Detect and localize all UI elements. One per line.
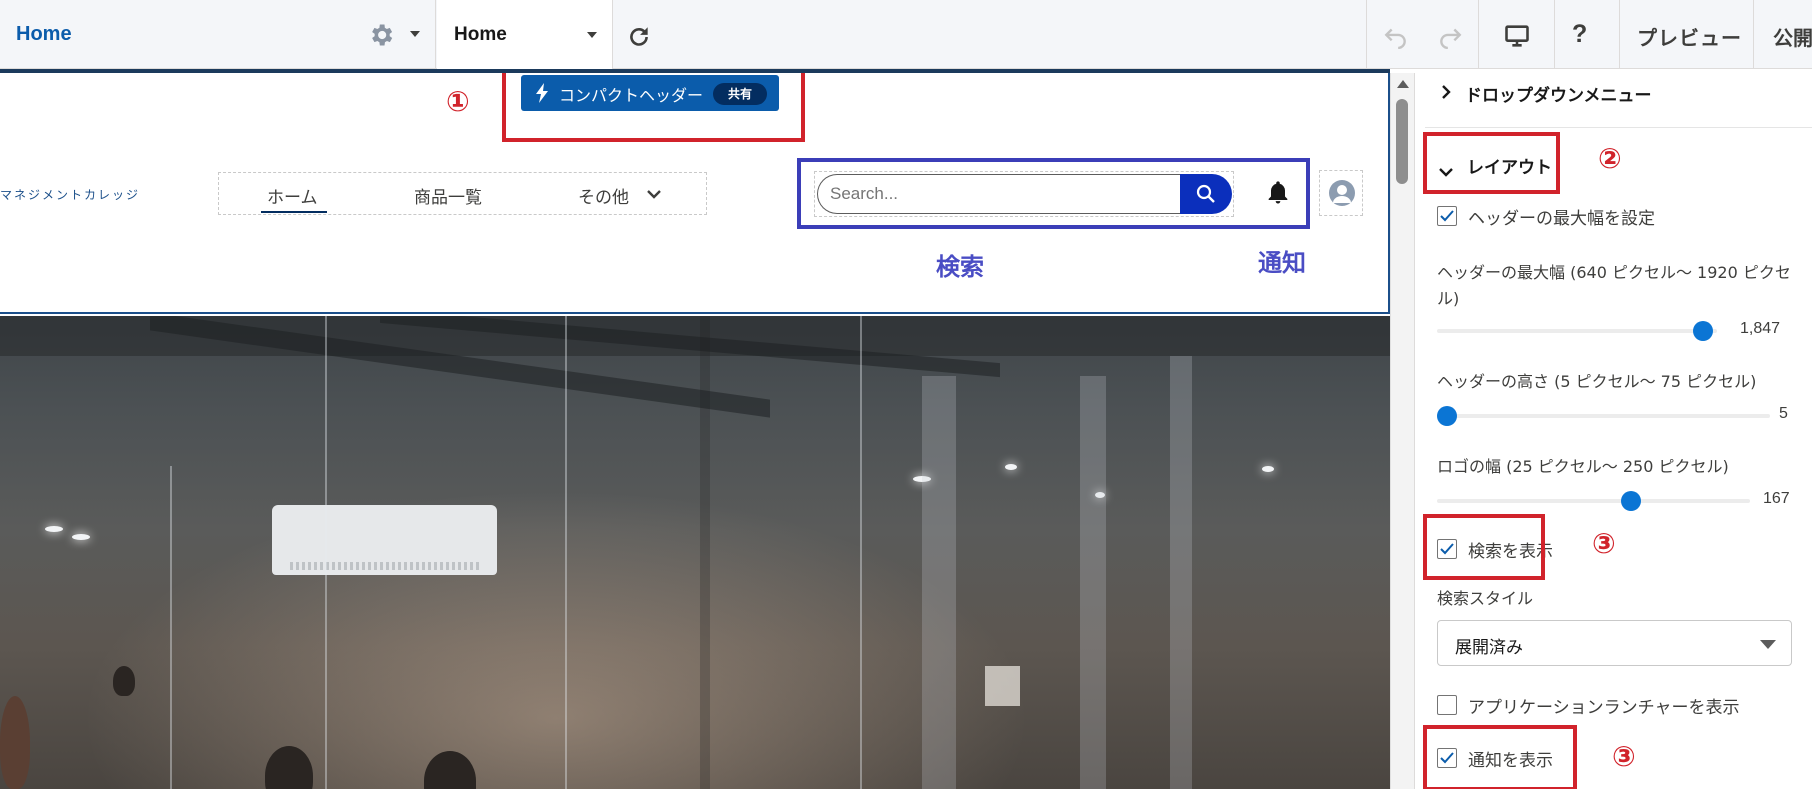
chevron-down-icon	[1760, 640, 1776, 649]
annotation-number-3a: ③	[1592, 527, 1616, 560]
max-width-value: 1,847	[1740, 320, 1781, 337]
max-width-field-label: ヘッダーの最大幅 (640 ピクセル～ 1920 ピクセル)	[1437, 263, 1791, 308]
toolbar-divider	[1619, 0, 1620, 69]
annotation-number-1: ①	[446, 85, 470, 118]
redo-icon[interactable]	[1437, 23, 1463, 49]
navigation-menu: ホーム 商品一覧 その他	[218, 172, 707, 215]
property-panel: ドロップダウンメニュー レイアウト ヘッダーの最大幅を設定 ヘッダーの最大幅 (…	[1414, 73, 1812, 789]
chevron-right-icon[interactable]	[1439, 85, 1453, 99]
toolbar-divider	[1366, 0, 1367, 69]
nav-item-products[interactable]: 商品一覧	[414, 183, 482, 208]
set-max-width-label: ヘッダーの最大幅を設定	[1468, 209, 1655, 229]
annotation-label-search: 検索	[936, 253, 984, 281]
height-slider-track[interactable]	[1437, 414, 1770, 418]
annotation-box-3a	[1423, 514, 1545, 580]
height-value: 5	[1779, 405, 1788, 422]
annotation-box-search	[797, 158, 1310, 229]
hero-background-image	[0, 316, 1390, 789]
active-nav-indicator	[261, 211, 327, 213]
scroll-up-arrow[interactable]	[1397, 80, 1409, 88]
search-style-value: 展開済み	[1455, 638, 1523, 658]
page-selector[interactable]: Home	[437, 0, 613, 69]
builder-toolbar: Home Home ? プレビュー 公開	[0, 0, 1812, 69]
toolbar-divider	[1478, 0, 1479, 69]
chevron-down-icon[interactable]	[646, 188, 662, 200]
nav-item-more[interactable]: その他	[578, 183, 629, 208]
preview-button[interactable]: プレビュー	[1637, 22, 1742, 51]
logo-width-slider-track[interactable]	[1437, 499, 1750, 503]
gear-icon[interactable]	[367, 21, 395, 49]
annotation-box-3b	[1423, 725, 1577, 789]
user-profile-menu[interactable]	[1319, 170, 1363, 216]
show-app-launcher-label: アプリケーションランチャーを表示	[1468, 698, 1740, 718]
annotation-box-1	[502, 73, 805, 142]
section-dropdown-menu[interactable]: ドロップダウンメニュー	[1465, 81, 1652, 106]
logo-width-slider-thumb[interactable]	[1621, 491, 1641, 511]
refresh-icon[interactable]	[626, 24, 652, 50]
max-width-slider-track[interactable]	[1437, 329, 1717, 333]
publish-button[interactable]: 公開	[1773, 22, 1812, 51]
annotation-label-notify: 通知	[1258, 249, 1306, 277]
chevron-down-icon	[587, 32, 597, 38]
page-selector-label: Home	[454, 24, 507, 45]
annotation-number-3b: ③	[1612, 740, 1636, 773]
toolbar-divider	[1753, 0, 1754, 69]
site-menu[interactable]: Home	[0, 0, 436, 69]
logo-width-field-label: ロゴの幅 (25 ピクセル～ 250 ピクセル)	[1437, 457, 1729, 476]
undo-icon[interactable]	[1383, 23, 1409, 49]
help-icon[interactable]: ?	[1572, 20, 1587, 49]
nav-item-home[interactable]: ホーム	[267, 183, 318, 208]
search-style-label: 検索スタイル	[1437, 589, 1534, 608]
logo-width-value: 167	[1763, 490, 1790, 507]
site-logo[interactable]: マネジメントカレッジ	[0, 186, 140, 203]
canvas-scrollbar[interactable]	[1390, 73, 1414, 789]
annotation-number-2: ②	[1598, 142, 1622, 175]
show-app-launcher-checkbox[interactable]	[1437, 695, 1457, 715]
search-style-select[interactable]: 展開済み	[1437, 620, 1792, 666]
user-icon	[1333, 185, 1351, 203]
check-icon	[1440, 210, 1454, 222]
max-width-slider-thumb[interactable]	[1693, 321, 1713, 341]
toolbar-divider	[1554, 0, 1555, 69]
desktop-icon[interactable]	[1503, 22, 1531, 50]
scroll-thumb[interactable]	[1396, 99, 1408, 184]
annotation-box-2	[1423, 132, 1560, 194]
height-slider-thumb[interactable]	[1437, 406, 1457, 426]
chevron-down-icon[interactable]	[410, 31, 420, 37]
page-canvas: コンパクトヘッダー 共有 マネジメントカレッジ ホーム 商品一覧 その他 Sea…	[0, 73, 1390, 789]
avatar	[1329, 180, 1355, 206]
height-field-label: ヘッダーの高さ (5 ピクセル～ 75 ピクセル)	[1437, 372, 1757, 391]
set-max-width-checkbox[interactable]	[1437, 206, 1457, 226]
panel-divider	[1425, 127, 1812, 128]
site-home-label[interactable]: Home	[16, 23, 72, 46]
